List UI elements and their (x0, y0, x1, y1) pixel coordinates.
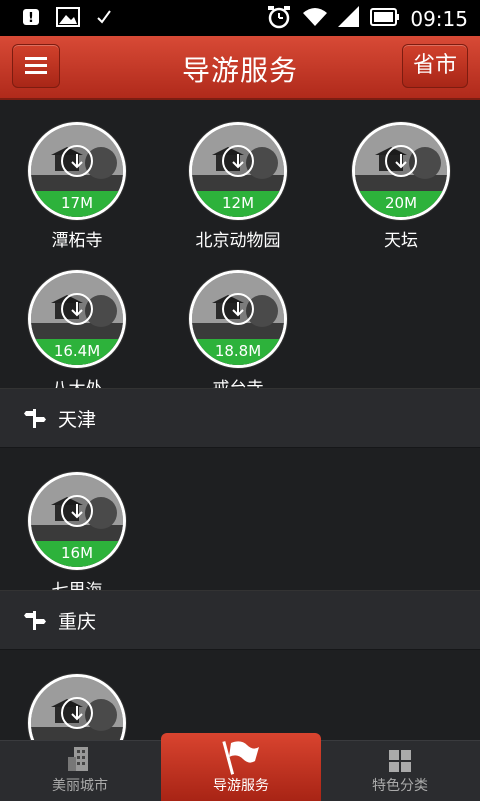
section-title: 天津 (58, 409, 97, 431)
title-bar: 导游服务 省市 (0, 36, 480, 100)
section-header-chongqing: 重庆 (0, 590, 480, 650)
scenic-thumbnail (28, 674, 126, 740)
section-beijing-grid: 17M 潭柘寺 12M 北京动物园 20M 天坛 16.4M 18.8M (0, 100, 480, 399)
tab-label: 导游服务 (213, 778, 269, 794)
grid-icon (389, 750, 411, 772)
scenic-item[interactable] (17, 674, 137, 740)
scenic-thumbnail: 18.8M (189, 270, 287, 368)
clock-time: 09:15 (410, 7, 468, 31)
tab-label: 美丽城市 (52, 778, 108, 794)
tab-featured-category[interactable]: 特色分类 (320, 741, 480, 801)
scenic-name: 北京动物园 (195, 231, 281, 251)
scenic-name: 天坛 (384, 231, 418, 251)
scenic-item[interactable]: 16.4M 八大处 (17, 270, 137, 399)
download-icon[interactable] (385, 145, 417, 177)
image-icon (56, 7, 80, 31)
tab-beautiful-city[interactable]: 美丽城市 (0, 741, 160, 801)
download-icon[interactable] (61, 145, 93, 177)
scenic-list[interactable]: 17M 潭柘寺 12M 北京动物园 20M 天坛 16.4M 18.8M 天津 … (0, 100, 480, 740)
scenic-thumbnail: 16.4M (28, 270, 126, 368)
tab-guide-service[interactable]: 导游服务 (161, 733, 321, 801)
section-header-tianjin: 天津 (0, 388, 480, 448)
scenic-thumbnail: 17M (28, 122, 126, 220)
scenic-thumbnail: 16M (28, 472, 126, 570)
file-size: 12M (192, 191, 284, 217)
scenic-thumbnail: 12M (189, 122, 287, 220)
download-icon[interactable] (61, 495, 93, 527)
bottom-tab-bar: 美丽城市 导游服务 特色分类 (0, 733, 480, 801)
file-size: 20M (355, 191, 447, 217)
download-icon[interactable] (61, 697, 93, 729)
scenic-item[interactable]: 17M 潭柘寺 (17, 122, 137, 251)
file-size: 18.8M (192, 339, 284, 365)
download-icon[interactable] (222, 293, 254, 325)
building-icon (68, 747, 88, 771)
battery-icon (370, 7, 400, 31)
signpost-icon (24, 609, 46, 635)
download-icon[interactable] (61, 293, 93, 325)
alarm-icon (266, 5, 292, 33)
download-icon[interactable] (222, 145, 254, 177)
province-button[interactable]: 省市 (402, 44, 468, 88)
scenic-item[interactable]: 16M 七里海 (17, 472, 137, 601)
check-icon (96, 9, 112, 29)
flag-icon (222, 741, 259, 775)
scenic-item[interactable]: 18.8M 戒台寺 (178, 270, 298, 399)
signal-icon (338, 6, 360, 32)
section-tianjin-grid: 16M 七里海 (0, 448, 480, 601)
status-bar: ! 09:15 (0, 0, 480, 36)
file-size: 16M (31, 541, 123, 567)
scenic-item[interactable]: 20M 天坛 (341, 122, 461, 251)
section-title: 重庆 (58, 611, 97, 633)
scenic-name: 潭柘寺 (51, 231, 103, 251)
alert-icon: ! (22, 8, 40, 30)
signpost-icon (24, 407, 46, 433)
file-size: 17M (31, 191, 123, 217)
section-chongqing-grid (0, 650, 480, 740)
svg-text:!: ! (28, 11, 34, 26)
tab-label: 特色分类 (372, 778, 428, 794)
scenic-thumbnail: 20M (352, 122, 450, 220)
wifi-icon (302, 6, 328, 32)
file-size: 16.4M (31, 339, 123, 365)
scenic-item[interactable]: 12M 北京动物园 (178, 122, 298, 251)
